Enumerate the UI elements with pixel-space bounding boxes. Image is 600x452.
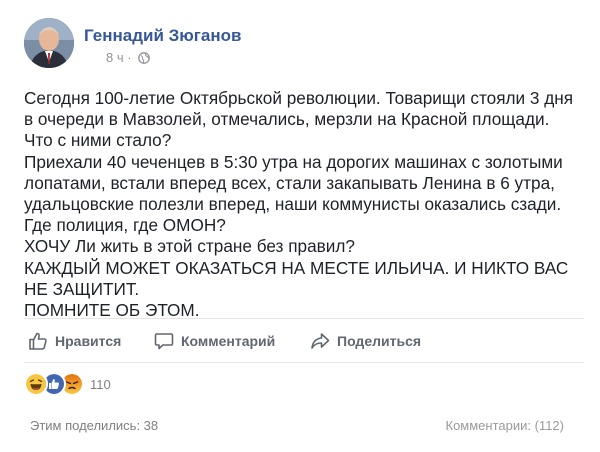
thumbs-up-icon: [29, 332, 47, 350]
comments-count[interactable]: Комментарии: (112): [446, 418, 565, 433]
post-text-line: удальцовские полезли вперед, наши коммун…: [24, 194, 562, 215]
post-text-line: Где полиция, где ОМОН?: [24, 215, 226, 236]
post-text-line: КАЖДЫЙ МОЖЕТ ОКАЗАТЬСЯ НА МЕСТЕ ИЛЬИЧА. …: [24, 257, 569, 278]
reaction-count: 110: [90, 376, 111, 392]
divider: [24, 362, 584, 363]
post-header: Геннадий Зюганов 8 ч ·: [24, 18, 584, 70]
post-text-line: НЕ ЗАЩИТИТ.: [24, 278, 140, 299]
post-text-line: лопатами, встали вперед всех, стали зака…: [24, 172, 555, 193]
share-label: Поделиться: [337, 333, 422, 349]
like-button[interactable]: Нравится: [28, 326, 121, 356]
like-label: Нравится: [55, 333, 122, 349]
action-bar: Нравится Комментарий Поделиться: [24, 326, 584, 356]
globe-icon[interactable]: [138, 52, 151, 64]
share-arrow-icon: [311, 333, 330, 349]
speech-bubble-icon: [154, 333, 174, 350]
post-text: Сегодня 100-летие Октябрьской революции.…: [24, 88, 584, 321]
share-button[interactable]: Поделиться: [310, 326, 421, 356]
comment-label: Комментарий: [181, 333, 276, 349]
author-name[interactable]: Геннадий Зюганов: [84, 26, 241, 46]
post-meta: 8 ч ·: [106, 50, 151, 65]
post-text-line: ХОЧУ Ли жить в этой стране без правил?: [24, 236, 355, 257]
post-text-line: Что с ними стало?: [24, 130, 172, 151]
post-text-line: в очереди в Мавзолей, отмечались, мерзли…: [24, 109, 550, 130]
post-time[interactable]: 8 ч ·: [106, 50, 132, 65]
reactions-summary[interactable]: 110: [24, 372, 111, 396]
post-text-line: Приехали 40 чеченцев в 5:30 утра на доро…: [24, 151, 563, 172]
shares-count[interactable]: Этим поделились: 38: [30, 418, 158, 433]
haha-icon: [24, 372, 48, 396]
divider: [24, 318, 584, 319]
comment-button[interactable]: Комментарий: [154, 326, 275, 356]
post-text-line: Сегодня 100-летие Октябрьской революции.…: [24, 88, 574, 108]
author-avatar[interactable]: [24, 18, 74, 68]
avatar-photo: [24, 18, 74, 68]
